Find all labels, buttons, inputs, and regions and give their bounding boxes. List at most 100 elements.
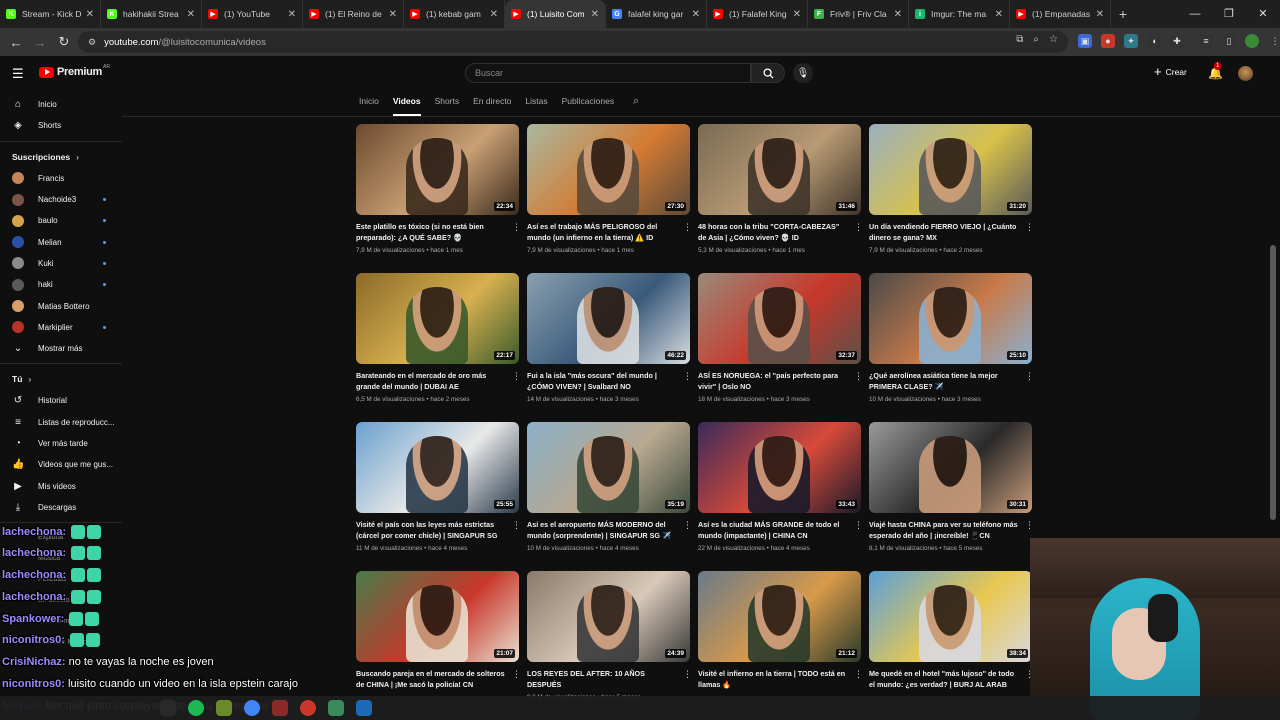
sidebar-subscription-item[interactable]: baulo — [0, 210, 122, 231]
extension-icon[interactable]: ◖ — [1147, 34, 1161, 48]
minimize-icon[interactable]: — — [1178, 0, 1212, 28]
sidebar-subscription-item[interactable]: Nachoide3 — [0, 189, 122, 210]
channel-tab[interactable]: Inicio — [359, 94, 379, 116]
sidebar-you-item[interactable]: ↺ Historial — [0, 390, 122, 411]
video-title[interactable]: Este platillo es tóxico (si no está bien… — [356, 222, 506, 243]
video-card[interactable]: 31:46 48 horas con la tribu "CORTA-CABEZA… — [698, 124, 863, 264]
extension-icon[interactable]: ▣ — [1078, 34, 1092, 48]
video-title[interactable]: Así es el aeropuerto MÁS MODERNO del mun… — [527, 520, 677, 541]
media-icon[interactable]: ≡ — [1199, 34, 1213, 48]
tab-close-icon[interactable]: ✕ — [793, 9, 801, 20]
sidebar-you-item[interactable]: ⤓ Descargas — [0, 497, 122, 518]
sidebar-you-item[interactable]: ▶ Mis videos — [0, 475, 122, 496]
video-card[interactable]: 25:55 Visité el país con las leyes más es… — [356, 422, 521, 562]
browser-tab[interactable]: i Imgur: The ma ✕ — [909, 0, 1010, 28]
zoom-icon[interactable]: ⌕ — [1033, 34, 1039, 45]
video-card[interactable]: 33:43 Así es la ciudad MÁS GRANDE de todo… — [698, 422, 863, 562]
video-thumbnail[interactable]: 21:12 — [698, 571, 861, 662]
bookmark-star-icon[interactable]: ☆ — [1049, 34, 1058, 45]
menu-kebab-icon[interactable]: ⋮ — [1268, 34, 1280, 48]
video-title[interactable]: Buscando pareja en el mercado de soltero… — [356, 669, 506, 690]
sidebar-subscription-item[interactable]: Francis — [0, 168, 122, 189]
video-title[interactable]: Viajé hasta CHINA para ver su teléfono m… — [869, 520, 1019, 541]
video-card[interactable]: 25:10 ¿Qué aerolínea asiática tiene la me… — [869, 273, 1034, 413]
tab-close-icon[interactable]: ✕ — [490, 9, 498, 20]
video-card[interactable]: 31:20 Un día vendiendo FIERRO VIEJO | ¿Cu… — [869, 124, 1034, 264]
voice-search-button[interactable]: 🎙 — [793, 63, 813, 83]
browser-tab[interactable]: ▶ (1) Falafel King ✕ — [707, 0, 808, 28]
tab-close-icon[interactable]: ✕ — [894, 9, 902, 20]
video-thumbnail[interactable]: 22:34 — [356, 124, 519, 215]
video-thumbnail[interactable]: 31:46 — [698, 124, 861, 215]
tab-close-icon[interactable]: ✕ — [692, 9, 700, 20]
tab-close-icon[interactable]: ✕ — [86, 9, 94, 20]
video-title[interactable]: Visité el infierno en la tierra | TODO e… — [698, 669, 848, 690]
video-card[interactable]: 22:17 Barateando en el mercado de oro más… — [356, 273, 521, 413]
extension-icon[interactable]: ● — [1101, 34, 1115, 48]
search-button[interactable] — [751, 63, 785, 83]
video-title[interactable]: Así es la ciudad MÁS GRANDE de todo el m… — [698, 520, 848, 541]
channel-search-icon[interactable]: ⌕ — [633, 95, 639, 108]
channel-tab[interactable]: Videos — [392, 94, 421, 116]
more-options-icon[interactable]: ⋮ — [854, 670, 863, 679]
create-button[interactable]: + Crear — [1154, 65, 1187, 78]
video-thumbnail[interactable]: 30:31 — [869, 422, 1032, 513]
more-options-icon[interactable]: ⋮ — [854, 521, 863, 530]
more-options-icon[interactable]: ⋮ — [1025, 521, 1034, 530]
video-thumbnail[interactable]: 31:20 — [869, 124, 1032, 215]
more-options-icon[interactable]: ⋮ — [854, 223, 863, 232]
reload-icon[interactable]: ↻ — [52, 34, 76, 50]
tab-close-icon[interactable]: ✕ — [389, 9, 397, 20]
sidebar-subscription-item[interactable]: Markiplier — [0, 317, 122, 338]
more-options-icon[interactable]: ⋮ — [683, 521, 692, 530]
video-title[interactable]: Visité el país con las leyes más estrict… — [356, 520, 506, 541]
video-card[interactable]: 21:07 Buscando pareja en el mercado de so… — [356, 571, 521, 711]
taskbar-app-icon[interactable] — [328, 700, 344, 716]
video-card[interactable]: 21:12 Visité el infierno en la tierra | T… — [698, 571, 863, 711]
sidebar-subscription-item[interactable]: Matias Bottero — [0, 295, 122, 316]
video-thumbnail[interactable]: 25:55 — [356, 422, 519, 513]
video-title[interactable]: 48 horas con la tribu "CORTA-CABEZAS" de… — [698, 222, 848, 243]
video-title[interactable]: LOS REYES DEL AFTER: 10 AÑOS DESPUÉS — [527, 669, 677, 690]
browser-tab[interactable]: ▶ (1) El Reino de ✕ — [303, 0, 404, 28]
tab-close-icon[interactable]: ✕ — [288, 9, 296, 20]
close-window-icon[interactable]: ✕ — [1246, 0, 1280, 28]
sidepanel-icon[interactable]: ▯ — [1222, 34, 1236, 48]
video-thumbnail[interactable]: 38:34 — [869, 571, 1032, 662]
video-thumbnail[interactable]: 35:19 — [527, 422, 690, 513]
video-thumbnail[interactable]: 27:30 — [527, 124, 690, 215]
hamburger-menu-icon[interactable]: ☰ — [12, 66, 24, 82]
more-options-icon[interactable]: ⋮ — [683, 372, 692, 381]
new-tab-button[interactable]: + — [1111, 0, 1135, 28]
channel-tab[interactable]: Publicaciones — [562, 94, 614, 116]
extension-icon[interactable]: ✦ — [1124, 34, 1138, 48]
chrome-icon[interactable] — [244, 700, 260, 716]
browser-tab[interactable]: Gfalafel king gar ✕ — [606, 0, 707, 28]
sidebar-item-inicio[interactable]: ⌂ Inicio — [0, 94, 122, 115]
page-scrollbar[interactable] — [1270, 245, 1276, 520]
video-card[interactable]: 22:34 Este platillo es tóxico (si no está… — [356, 124, 521, 264]
puzzle-icon[interactable]: ✚ — [1170, 34, 1184, 48]
youtube-logo[interactable]: Premium AR — [39, 64, 110, 78]
video-title[interactable]: Así es el trabajo MÁS PELIGROSO del mund… — [527, 222, 677, 243]
video-card[interactable]: 27:30 Así es el trabajo MÁS PELIGROSO del… — [527, 124, 692, 264]
more-options-icon[interactable]: ⋮ — [512, 223, 521, 232]
video-card[interactable]: 32:37 ASÍ ES NORUEGA: el "país perfecto p… — [698, 273, 863, 413]
taskbar-app-icon[interactable] — [272, 700, 288, 716]
tab-close-icon[interactable]: ✕ — [1096, 9, 1104, 20]
video-title[interactable]: ¿Qué aerolínea asiática tiene la mejor P… — [869, 371, 1019, 392]
video-card[interactable]: 35:19 Así es el aeropuerto MÁS MODERNO de… — [527, 422, 692, 562]
video-title[interactable]: Un día vendiendo FIERRO VIEJO | ¿Cuánto … — [869, 222, 1019, 243]
video-title[interactable]: Barateando en el mercado de oro más gran… — [356, 371, 506, 392]
sidebar-item-shorts[interactable]: ◈ Shorts — [0, 115, 122, 136]
more-options-icon[interactable]: ⋮ — [683, 670, 692, 679]
video-title[interactable]: Me quedé en el hotel "más lujoso" de tod… — [869, 669, 1019, 690]
url-field[interactable]: ⚙ youtube.com/@luisitocomunica/videos ⧉ … — [78, 31, 1068, 53]
taskbar-app-icon[interactable] — [216, 700, 232, 716]
browser-tab[interactable]: ▶ (1) YouTube ✕ — [202, 0, 303, 28]
sidebar-you-item[interactable]: 👍 Videos que me gus... — [0, 454, 122, 475]
you-heading[interactable]: Tú › — [0, 368, 122, 390]
video-card[interactable]: 38:34 Me quedé en el hotel "más lujoso" d… — [869, 571, 1034, 711]
opera-icon[interactable] — [300, 700, 316, 716]
more-options-icon[interactable]: ⋮ — [683, 223, 692, 232]
